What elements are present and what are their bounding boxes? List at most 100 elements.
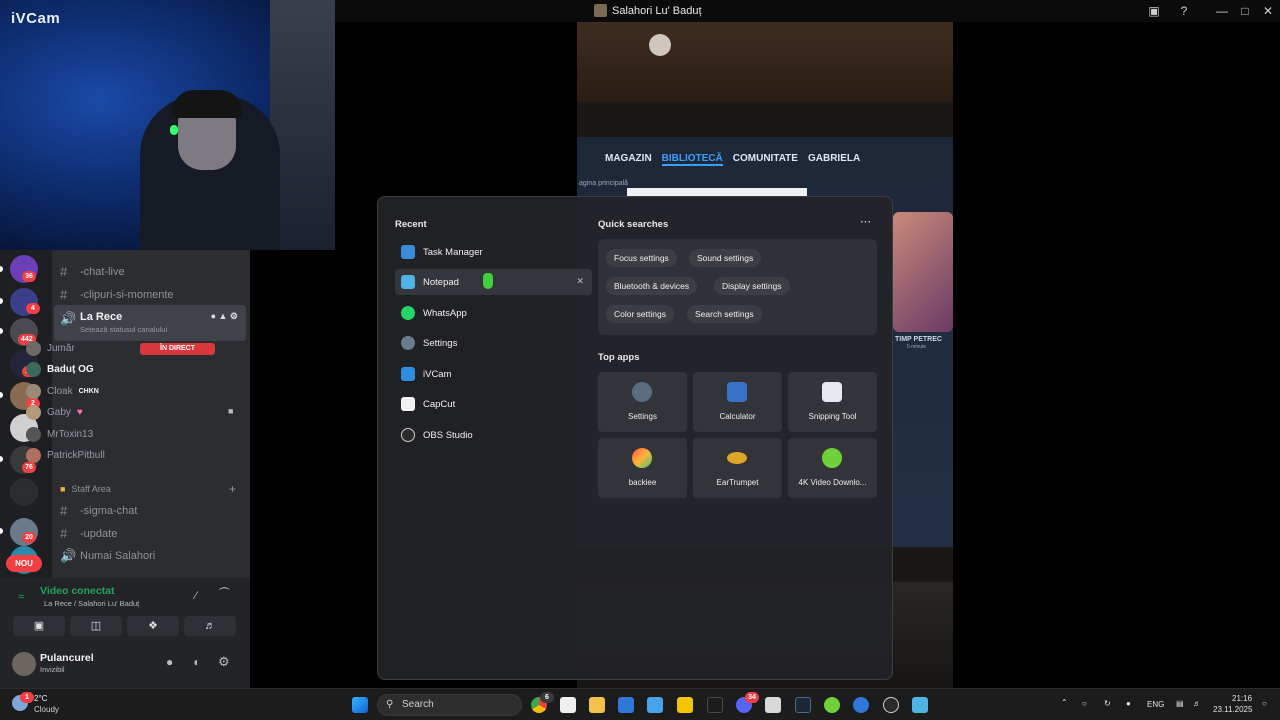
quick-search-chip[interactable]: Focus settings [606,249,677,267]
voice-channel-name: La Rece [80,311,123,323]
language-indicator[interactable]: ENG [1147,700,1164,709]
channel-numai-salahori[interactable]: 🔊 Numai Salahori [60,548,155,564]
app-icon[interactable] [853,697,869,713]
channel-actions-icons[interactable]: ● ▲ ⚙ [211,311,238,322]
activities-button[interactable]: ❖ [127,616,179,636]
recent-item-whatsapp[interactable]: WhatsApp [395,300,592,326]
recent-item-capcut[interactable]: CapCut [395,391,592,417]
close-button[interactable]: ✕ [1260,3,1276,19]
discord-badge: 34 [745,692,759,703]
voice-channel-la-rece[interactable]: 🔊 La Rece Setează statusul canalului ● ▲… [54,305,246,341]
add-channel-icon[interactable]: + [229,482,236,496]
headphones-icon[interactable]: ◖ [192,655,199,669]
weather-desc[interactable]: Cloudy [34,705,59,714]
member-item[interactable]: Jumăr [26,341,75,356]
lock-icon: ■ [60,484,66,494]
user-name[interactable]: Pulancurel [40,652,94,664]
avatar [26,362,41,377]
chevron-up-icon[interactable]: ⌃ [1061,698,1068,707]
voice-channel-status[interactable]: Setează statusul canalului [80,325,167,334]
soundboard-button[interactable]: ♬ [184,616,236,636]
member-name: PatrickPitbull [47,450,105,461]
channel-chat-live[interactable]: # -chat-live [60,264,125,279]
store-icon[interactable] [765,697,781,713]
avatar[interactable] [12,652,36,676]
maximize-button[interactable]: □ [1237,3,1253,19]
channel-label: -update [80,527,118,540]
remove-icon[interactable]: ✕ [576,276,584,287]
member-item[interactable]: Baduț OG [26,362,94,377]
stream-steam-nav: MAGAZIN BIBLIOTECĂ COMUNITATE GABRIELA [605,153,860,166]
voice-location[interactable]: La Rece / Salahori Lu' Baduț [44,599,139,608]
server-icon[interactable] [10,478,38,506]
server-badge: 76 [22,462,36,473]
recent-item-notepad[interactable]: Notepad ✕ [395,269,592,295]
voice-status: Video conectat [40,585,115,597]
channel-update[interactable]: # -update [60,526,117,541]
top-app-calculator[interactable]: Calculator [693,372,782,432]
recent-item-obs[interactable]: OBS Studio [395,422,592,448]
quick-search-chip[interactable]: Bluetooth & devices [606,277,698,295]
cursor-app-icon[interactable] [707,697,723,713]
minimize-button[interactable]: — [1214,3,1230,19]
quick-search-chip[interactable]: Sound settings [689,249,762,267]
backiee-icon [632,448,652,468]
recent-item-ivcam[interactable]: iVCam [395,361,592,387]
channel-sigma-chat[interactable]: # -sigma-chat [60,503,137,518]
member-item[interactable]: Cloak CHKN [26,384,99,399]
quick-search-chip[interactable]: Display settings [714,277,790,295]
server-badge: 20 [22,532,36,543]
notifications-icon[interactable]: ○ [1262,699,1267,708]
notepad-icon[interactable] [912,697,928,713]
weather-temp[interactable]: 2°C [34,694,47,703]
member-item[interactable]: Gaby ♥ [26,405,83,420]
microphone-icon[interactable]: ● [1126,699,1131,708]
rockstar-icon[interactable] [677,697,693,713]
member-item[interactable]: PatrickPitbull [26,448,105,463]
clock-time[interactable]: 21:16 [1232,694,1252,703]
member-item[interactable]: MrToxin13 [26,427,93,442]
search-icon: ⚲ [386,699,394,710]
screen-share-button[interactable]: ◫ [70,616,122,636]
new-badge[interactable]: NOU [6,555,42,572]
disconnect-icon[interactable]: ⏜ [219,588,230,601]
user-panel [0,643,250,688]
top-app-backiee[interactable]: backiee [598,438,687,498]
quick-search-chip[interactable]: Color settings [606,305,674,323]
photos-icon[interactable] [647,697,663,713]
volume-icon[interactable]: ♬ [1193,699,1201,708]
settings-gear-icon[interactable]: ⚙ [218,654,230,670]
mail-icon[interactable] [618,697,634,713]
top-app-snipping-tool[interactable]: Snipping Tool [788,372,877,432]
recent-item-settings[interactable]: Settings [395,330,592,356]
channel-clipuri[interactable]: # -clipuri-si-momente [60,287,174,302]
top-app-eartrumpet[interactable]: EarTrumpet [693,438,782,498]
taskbar-search[interactable]: ⚲ Search [377,694,522,716]
speaker-icon: 🔊 [60,311,77,326]
tray-app-icon[interactable]: ○ [1082,699,1087,708]
file-explorer-icon[interactable] [589,697,605,713]
4k-video-downloader-icon[interactable] [824,697,840,713]
screen: MAGAZIN BIBLIOTECĂ COMUNITATE GABRIELA a… [0,0,1280,720]
top-app-label: Snipping Tool [808,412,857,421]
category-staff-area[interactable]: ■ Staff Area [60,484,111,494]
windows-start-icon[interactable] [352,697,368,713]
top-app-4k-video-downloader[interactable]: 4K Video Downlo... [788,438,877,498]
noise-suppression-icon[interactable]: ∕ [195,590,197,602]
speaker-icon: 🔊 [60,548,77,563]
microphone-icon[interactable]: ● [166,655,173,669]
capcut-icon[interactable] [560,697,576,713]
recent-item-task-manager[interactable]: Task Manager [395,239,592,265]
sync-icon[interactable]: ↻ [1104,699,1111,708]
more-options-icon[interactable]: ⋯ [860,215,871,228]
steam-icon[interactable] [795,697,811,713]
clock-date[interactable]: 23.11.2025 [1213,705,1252,714]
top-app-settings[interactable]: Settings [598,372,687,432]
stream-search-bar [627,188,807,196]
help-icon[interactable]: ? [1176,3,1192,19]
network-icon[interactable]: ▤ [1176,699,1184,708]
obs-icon[interactable] [883,697,899,713]
popout-icon[interactable]: ▣ [1146,3,1162,19]
quick-search-chip[interactable]: Search settings [687,305,762,323]
camera-off-button[interactable]: ▣ [13,616,65,636]
